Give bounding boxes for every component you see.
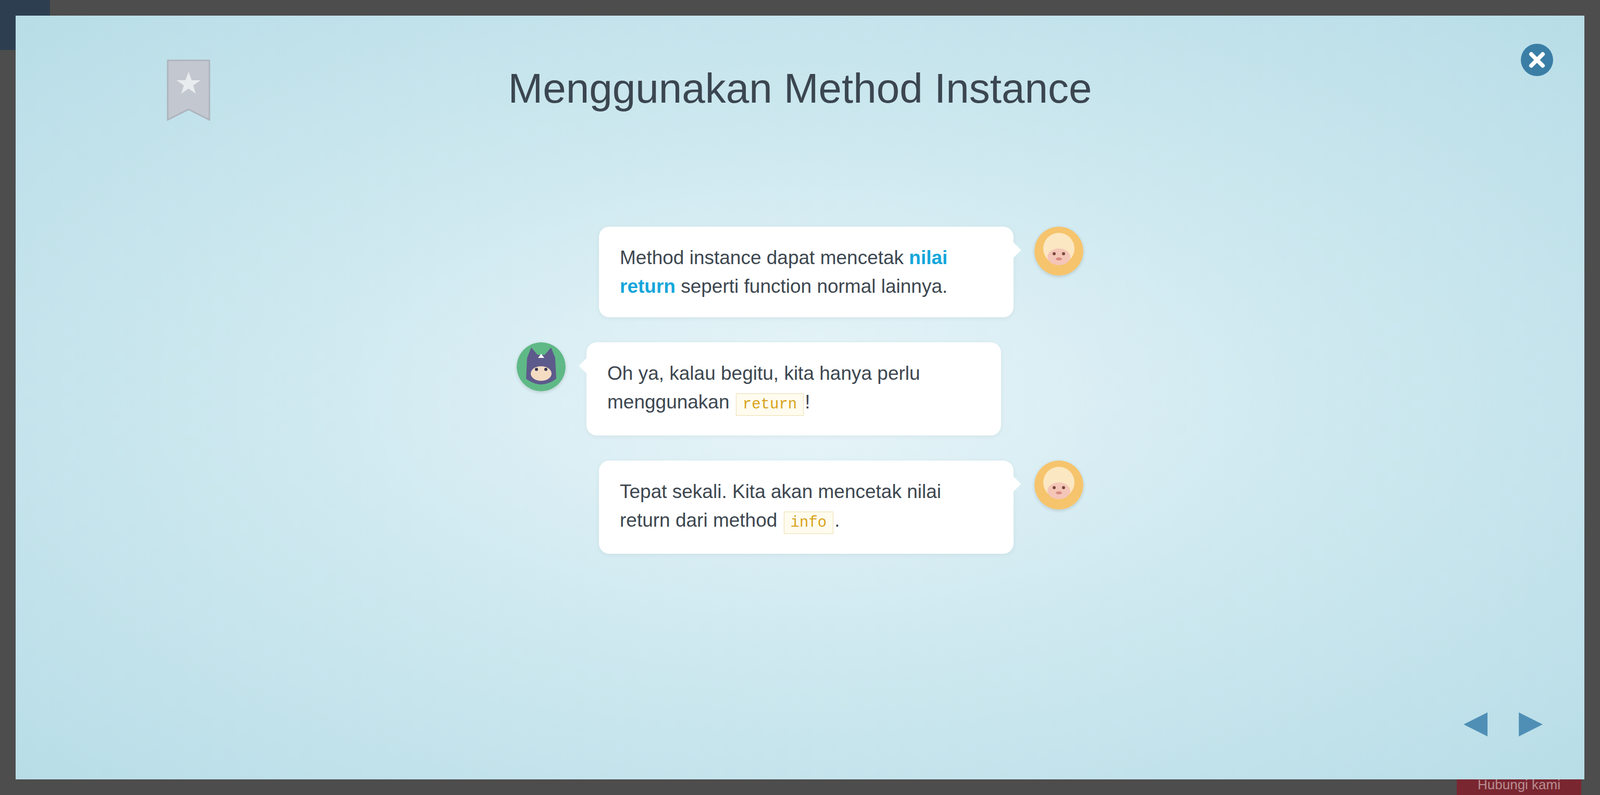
modal-header: Menggunakan Method Instance (15, 15, 1585, 172)
chat-message: Tepat sekali. Kita akan mencetak nilai r… (516, 460, 1084, 554)
sheep-avatar-icon (1034, 460, 1084, 510)
chat-area: Method instance dapat mencetak nilai ret… (15, 171, 1585, 554)
chat-message: Oh ya, kalau begitu, kita hanya perlu me… (516, 342, 1084, 436)
sheep-avatar-icon (1034, 226, 1084, 276)
bookmark-button[interactable] (166, 59, 211, 121)
lesson-modal: Menggunakan Method Instance Method insta… (15, 15, 1585, 780)
chat-list: Method instance dapat mencetak nilai ret… (516, 226, 1084, 554)
chat-message: Method instance dapat mencetak nilai ret… (516, 226, 1084, 318)
bubble-tail (1004, 241, 1021, 258)
chat-bubble: Method instance dapat mencetak nilai ret… (598, 226, 1014, 318)
close-button[interactable] (1520, 43, 1554, 77)
inline-code: return (735, 393, 804, 416)
chat-bubble: Tepat sekali. Kita akan mencetak nilai r… (598, 460, 1014, 554)
lesson-title: Menggunakan Method Instance (508, 63, 1093, 114)
next-button[interactable]: ▶ (1518, 706, 1543, 738)
message-text: . (834, 509, 840, 531)
bookmark-icon[interactable] (166, 59, 211, 121)
message-text: seperti function normal lainnya. (675, 275, 948, 297)
avatar (1034, 460, 1084, 510)
inline-code: info (783, 511, 834, 534)
avatar (516, 342, 566, 392)
close-icon[interactable] (1520, 43, 1554, 77)
previous-button[interactable]: ◀ (1463, 706, 1488, 738)
bubble-tail (1004, 475, 1021, 492)
cat-avatar-icon (516, 342, 566, 392)
message-text: Method instance dapat mencetak (619, 246, 909, 269)
message-text: Tepat sekali. Kita akan mencetak nilai r… (619, 480, 942, 531)
navigation: ◀ ▶ (15, 706, 1585, 780)
chat-bubble: Oh ya, kalau begitu, kita hanya perlu me… (586, 342, 1002, 436)
message-text: ! (804, 391, 810, 413)
bubble-tail (578, 357, 595, 374)
avatar (1034, 226, 1084, 276)
